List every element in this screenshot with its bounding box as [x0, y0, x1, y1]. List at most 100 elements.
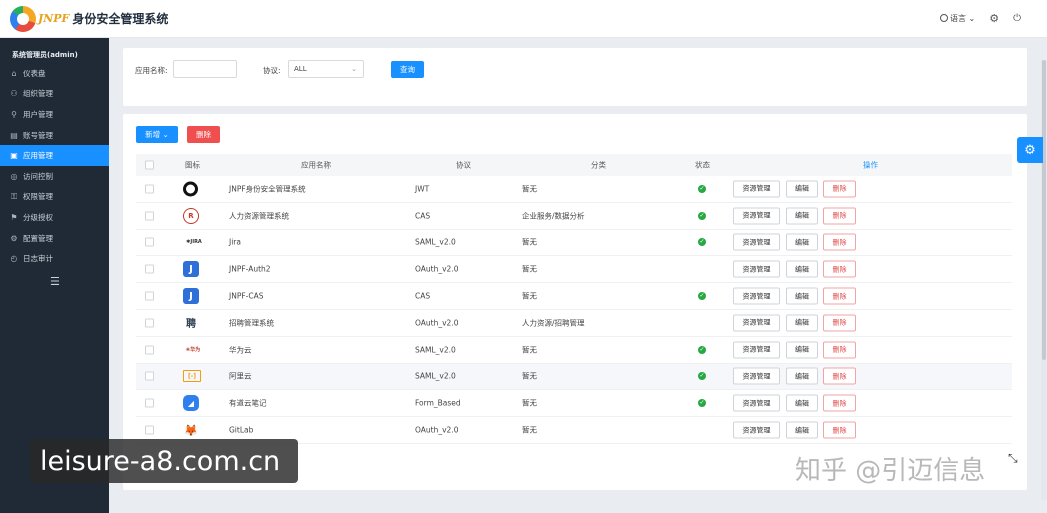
row-checkbox[interactable]	[145, 318, 154, 328]
edit-button[interactable]: 编辑	[786, 260, 818, 278]
sidebar-item-3[interactable]: ▤ 账号管理	[0, 125, 109, 146]
row-checkbox[interactable]	[145, 345, 154, 355]
app-category: 暂无	[522, 184, 537, 194]
delete-button[interactable]: 删除	[823, 314, 856, 332]
chevron-down-icon: ⌄	[160, 130, 169, 139]
status-ok-icon: ✓	[698, 345, 706, 354]
sidebar-item-7[interactable]: ⚑ 分级授权	[0, 207, 109, 228]
col-name: 应用名称	[301, 160, 331, 170]
edit-button[interactable]: 编辑	[786, 180, 818, 198]
scrollbar-thumb[interactable]	[1042, 60, 1046, 360]
sidebar-item-2[interactable]: ⚲ 用户管理	[0, 104, 109, 125]
logout-power-icon[interactable]: ⏻	[1013, 13, 1021, 23]
app-category: 人力资源/招聘管理	[522, 318, 585, 328]
sidebar-item-label: 应用管理	[23, 151, 53, 161]
status-ok-icon: ✓	[698, 372, 706, 381]
delete-button[interactable]: 删除	[823, 341, 856, 359]
app-category: 暂无	[522, 345, 537, 355]
row-checkbox[interactable]	[145, 184, 154, 194]
app-category: 暂无	[522, 237, 537, 247]
resource-manage-button[interactable]: 资源管理	[733, 341, 780, 359]
edit-button[interactable]: 编辑	[786, 394, 818, 412]
settings-gear-icon[interactable]: ⚙	[989, 13, 999, 24]
floating-settings-gear-icon[interactable]: ⚙	[1017, 137, 1043, 163]
jnpf-j-logo-icon: J	[183, 288, 199, 305]
delete-button[interactable]: 删除	[823, 367, 856, 385]
sidebar-item-4[interactable]: ▣ 应用管理	[0, 145, 109, 166]
huawei-cloud-logo-icon: ❀华为	[185, 347, 201, 354]
table-row: 聘 招聘管理系统 OAuth_v2.0 人力资源/招聘管理 资源管理 编辑 删除	[136, 310, 1012, 337]
row-checkbox[interactable]	[145, 371, 154, 381]
delete-button[interactable]: 删除	[823, 394, 856, 412]
chevron-down-icon: ⌄	[351, 65, 357, 73]
sidebar-item-1[interactable]: ⚇ 组织管理	[0, 84, 109, 105]
protocol-select[interactable]: ALL ⌄	[288, 60, 364, 78]
resource-manage-button[interactable]: 资源管理	[733, 367, 780, 385]
table-row: ✱JIRA Jira SAML_v2.0 暂无 ✓ 资源管理 编辑 删除	[136, 230, 1012, 257]
page-scrollbar[interactable]	[1041, 60, 1047, 500]
row-checkbox[interactable]	[145, 291, 154, 301]
resource-manage-button[interactable]: 资源管理	[733, 314, 780, 332]
edit-button[interactable]: 编辑	[786, 314, 818, 332]
app-protocol: SAML_v2.0	[415, 237, 456, 247]
row-checkbox[interactable]	[145, 264, 154, 274]
app-protocol: OAuth_v2.0	[415, 264, 459, 274]
add-button-label: 新增	[145, 130, 161, 139]
resource-manage-button[interactable]: 资源管理	[733, 260, 780, 278]
edit-button[interactable]: 编辑	[786, 287, 818, 305]
edit-button[interactable]: 编辑	[786, 341, 818, 359]
app-name: 阿里云	[229, 371, 252, 381]
collapse-menu-icon[interactable]: ☰	[50, 275, 109, 288]
status-ok-icon: ✓	[698, 292, 706, 301]
delete-button[interactable]: 删除	[823, 421, 856, 439]
edit-button[interactable]: 编辑	[786, 233, 818, 251]
app-category: 暂无	[522, 291, 537, 301]
app-category: 暂无	[522, 398, 537, 408]
delete-button[interactable]: 删除	[823, 233, 856, 251]
sidebar-item-label: 配置管理	[23, 233, 53, 243]
top-header: JNPF 身份安全管理系统 语言 ⌄ ⚙ ⏻	[0, 0, 1047, 38]
table-header: 图标 应用名称 协议 分类 状态 操作	[136, 154, 1012, 176]
row-checkbox[interactable]	[145, 211, 154, 221]
chevron-down-icon: ⌄	[965, 14, 976, 23]
edit-button[interactable]: 编辑	[786, 367, 818, 385]
table-row: [-] 阿里云 SAML_v2.0 暂无 ✓ 资源管理 编辑 删除	[136, 363, 1012, 391]
app-name: JNPF-Auth2	[229, 264, 271, 274]
sidebar-item-8[interactable]: ⚙ 配置管理	[0, 228, 109, 249]
sidebar-item-label: 组织管理	[23, 89, 53, 99]
delete-button[interactable]: 删除	[823, 207, 856, 225]
delete-button[interactable]: 删除	[823, 180, 856, 198]
row-checkbox[interactable]	[145, 398, 154, 408]
sidebar-item-5[interactable]: ◎ 访问控制	[0, 166, 109, 187]
sidebar-item-icon: ⚙	[10, 233, 18, 243]
sidebar-item-6[interactable]: ⚿ 权限管理	[0, 187, 109, 208]
query-button[interactable]: 查询	[391, 61, 424, 78]
app-protocol: Form_Based	[415, 398, 461, 408]
sidebar-item-label: 用户管理	[23, 109, 53, 119]
batch-delete-button[interactable]: 删除	[187, 126, 220, 143]
app-protocol: CAS	[415, 211, 431, 221]
resource-manage-button[interactable]: 资源管理	[733, 233, 780, 251]
sidebar-item-9[interactable]: ◴ 日志审计	[0, 248, 109, 269]
row-checkbox[interactable]	[145, 237, 154, 247]
select-all-checkbox[interactable]	[145, 160, 154, 170]
resource-manage-button[interactable]: 资源管理	[733, 394, 780, 412]
row-checkbox[interactable]	[145, 425, 154, 435]
resource-manage-button[interactable]: 资源管理	[733, 180, 780, 198]
app-name-input[interactable]	[173, 60, 237, 78]
sidebar-item-label: 账号管理	[23, 130, 53, 140]
resource-manage-button[interactable]: 资源管理	[733, 207, 780, 225]
table-body: JNPF身份安全管理系统 JWT 暂无 ✓ 资源管理 编辑 删除 R 人力资源管理系统 CAS 企业…	[136, 176, 1012, 444]
sidebar-menu: ⌂ 仪表盘 ⚇ 组织管理 ⚲ 用户管理 ▤ 账号管理 ▣ 应用管理 ◎ 访问控制 ⚿ 权限管理 ⚑ 分级授权 ⚙…	[0, 63, 109, 269]
sidebar-item-0[interactable]: ⌂ 仪表盘	[0, 63, 109, 84]
sidebar-item-label: 分级授权	[23, 212, 53, 222]
edit-button[interactable]: 编辑	[786, 421, 818, 439]
edit-button[interactable]: 编辑	[786, 207, 818, 225]
resource-manage-button[interactable]: 资源管理	[733, 421, 780, 439]
resource-manage-button[interactable]: 资源管理	[733, 287, 780, 305]
delete-button[interactable]: 删除	[823, 260, 856, 278]
expand-icon[interactable]: ⤡	[1008, 451, 1018, 466]
language-switcher[interactable]: 语言 ⌄	[939, 13, 976, 24]
add-button[interactable]: 新增 ⌄	[136, 126, 178, 143]
delete-button[interactable]: 删除	[823, 287, 856, 305]
